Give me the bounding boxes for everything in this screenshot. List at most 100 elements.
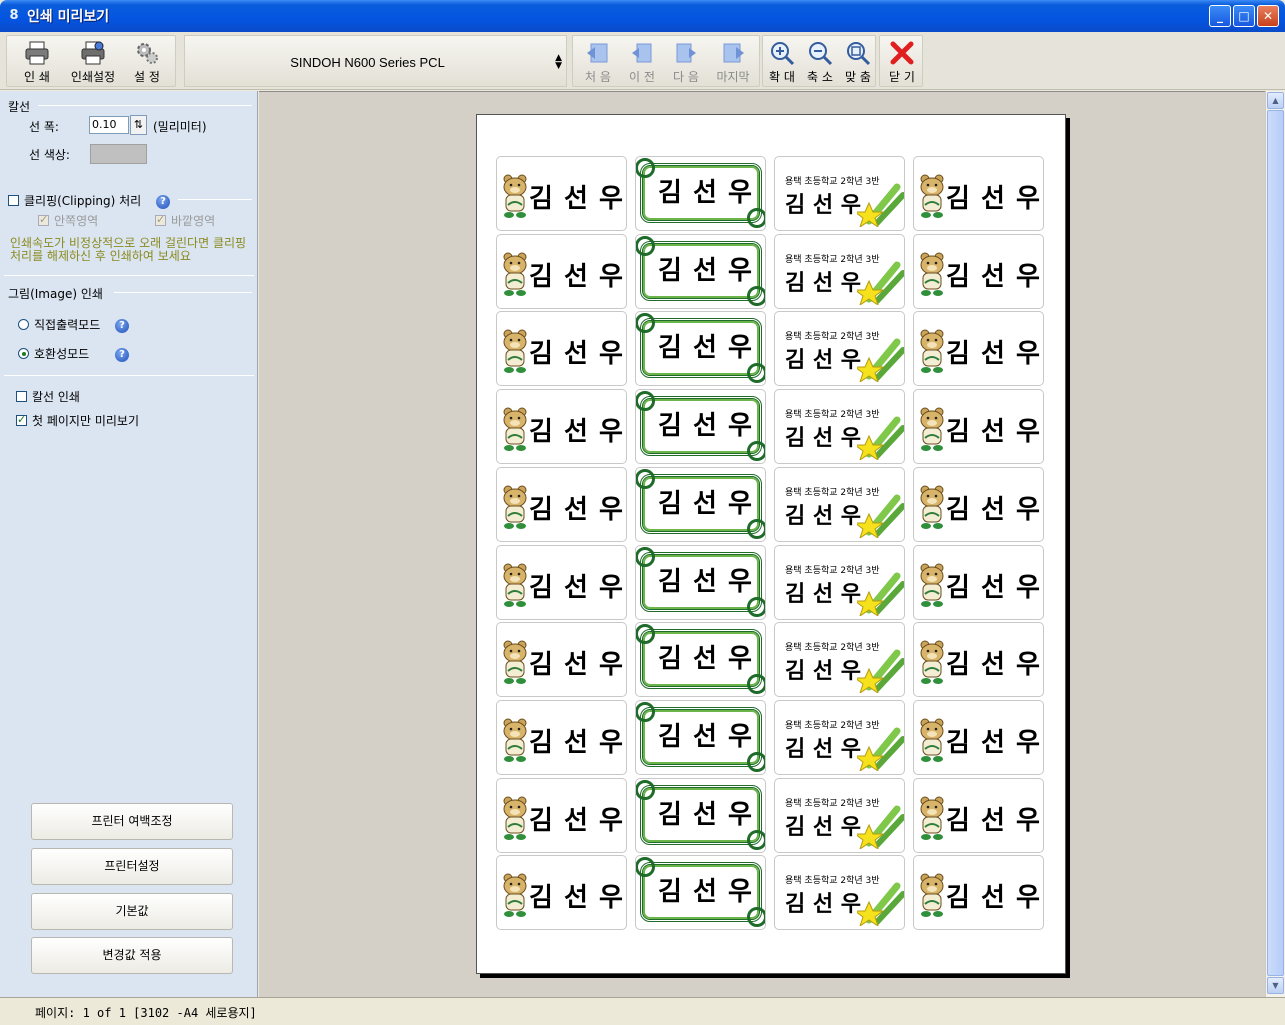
zoom-out-button[interactable]: 축 소 [801, 36, 839, 88]
window-close-button[interactable]: ✕ [1257, 5, 1279, 27]
stars-icon [857, 183, 904, 227]
label-name: 김 선 우 [658, 721, 753, 752]
close-button[interactable]: 닫 기 [880, 36, 924, 88]
ruled-print-checkbox[interactable]: 칼선 인쇄 [16, 388, 80, 405]
status-text: 페이지: 1 of 1 [3102 -A4 세로용지] [35, 1006, 257, 1020]
label-bear: 김 선 우 [496, 156, 627, 231]
line-width-spinner[interactable]: ⇅ [130, 115, 147, 135]
stars-icon [857, 261, 904, 305]
line-width-input[interactable]: 0.10 [89, 116, 129, 134]
inner-area-checkbox[interactable]: 안쪽영역 [38, 212, 98, 229]
minimize-button[interactable]: _ [1209, 5, 1231, 27]
print-settings-button[interactable]: 인쇄설정 [65, 36, 121, 88]
first-page-button[interactable]: 처 음 [577, 36, 619, 88]
label-bear: 김 선 우 [496, 855, 627, 931]
label-bear: 김 선 우 [913, 233, 1044, 309]
label-name: 김 선 우 [946, 883, 1041, 914]
bear-icon [503, 407, 527, 452]
bear-icon [920, 873, 944, 918]
settings-button[interactable]: 설 정 [123, 36, 171, 88]
clipping-check[interactable] [8, 195, 19, 206]
label-bear: 김 선 우 [913, 777, 1044, 853]
gear-icon [134, 40, 160, 66]
zoom-in-button[interactable]: 확 대 [763, 36, 801, 88]
label-bear: 김 선 우 [496, 466, 627, 542]
maximize-button[interactable]: □ [1233, 5, 1255, 27]
line-width-label: 선 폭: [29, 120, 59, 134]
label-name: 김 선 우 [946, 184, 1041, 214]
spinner-arrows-icon: ▲ ▼ [555, 53, 562, 71]
label-school: 용택 초등학교 2학년 3반 김 선 우 [774, 389, 905, 465]
app-icon: 8 [9, 8, 19, 23]
help-icon[interactable]: ? [115, 319, 129, 333]
clipping-help[interactable]: ? [156, 191, 170, 209]
next-page-button[interactable]: 다 음 [665, 36, 707, 88]
label-name: 김 선 우 [946, 494, 1041, 525]
preview-page: 김 선 우 김 선 우 용택 초등학교 2학년 3반 김 선 우 김 선 우 김… [476, 114, 1066, 974]
window-title: 인쇄 미리보기 [27, 9, 110, 25]
first-page-only-checkbox[interactable]: 첫 페이지만 미리보기 [16, 412, 139, 429]
bear-icon [503, 485, 527, 529]
label-bear: 김 선 우 [913, 389, 1044, 465]
scroll-down-button[interactable]: ▼ [1267, 977, 1284, 994]
next-page-icon [673, 40, 699, 66]
printer-settings-button[interactable]: 프린터설정 [31, 848, 233, 885]
label-framed: 김 선 우 [635, 855, 766, 931]
stars-icon [857, 727, 904, 771]
status-bar: 페이지: 1 of 1 [3102 -A4 세로용지] [0, 997, 1285, 1025]
print-button[interactable]: 인 쇄 [13, 36, 61, 88]
label-school: 용택 초등학교 2학년 3반 김 선 우 [774, 544, 905, 620]
label-name: 김 선 우 [658, 877, 753, 908]
compat-mode-help[interactable]: ? [115, 344, 129, 362]
prev-page-button[interactable]: 이 전 [621, 36, 663, 88]
clipping-warning: 인쇄속도가 비정상적으로 오래 걸린다면 클리핑처리를 해제하신 후 인쇄하여 … [10, 236, 247, 263]
label-name: 김 선 우 [785, 892, 862, 918]
label-name: 김 선 우 [529, 727, 624, 758]
fit-button[interactable]: 맞 춤 [839, 36, 877, 88]
label-school: 용택 초등학교 2학년 3반 김 선 우 [774, 233, 905, 309]
direct-mode-radio[interactable]: 직접출력모드 [18, 316, 100, 333]
zoom-group: 확 대 축 소 맞 춤 [762, 35, 876, 87]
label-name: 김 선 우 [529, 650, 624, 681]
help-icon[interactable]: ? [156, 195, 170, 209]
bear-icon [920, 329, 944, 374]
label-name: 김 선 우 [785, 581, 862, 607]
printer-icon [24, 40, 50, 66]
direct-mode-help[interactable]: ? [115, 315, 129, 333]
compat-mode-radio[interactable]: 호환성모드 [18, 345, 89, 362]
label-name: 김 선 우 [529, 417, 624, 448]
last-page-button[interactable]: 마지막 [709, 36, 757, 88]
scroll-up-button[interactable]: ▲ [1267, 92, 1284, 109]
apply-button[interactable]: 변경값 적용 [31, 937, 233, 974]
line-color-swatch[interactable] [90, 144, 147, 164]
label-bear: 김 선 우 [496, 699, 627, 775]
default-button[interactable]: 기본값 [31, 893, 233, 930]
label-name: 김 선 우 [529, 494, 624, 525]
label-name: 김 선 우 [658, 566, 753, 597]
fit-icon [845, 40, 871, 66]
label-framed: 김 선 우 [635, 389, 766, 465]
vertical-scrollbar[interactable]: ▲ ▼ [1265, 91, 1285, 997]
label-name: 김 선 우 [658, 488, 753, 519]
bear-icon [503, 873, 527, 918]
label-framed: 김 선 우 [635, 622, 766, 698]
first-page-icon [585, 40, 611, 66]
close-group: 닫 기 [879, 35, 923, 87]
label-bear: 김 선 우 [496, 311, 627, 387]
label-name: 김 선 우 [946, 261, 1041, 292]
scroll-thumb[interactable] [1267, 110, 1284, 976]
outer-area-checkbox[interactable]: 바깥영역 [155, 212, 215, 229]
clipping-checkbox[interactable]: 클리핑(Clipping) 처리 [8, 192, 141, 209]
label-name: 김 선 우 [529, 572, 624, 603]
printer-margin-button[interactable]: 프린터 여백조정 [31, 803, 233, 840]
bear-icon [920, 718, 944, 762]
image-print-header: 그림(Image) 인쇄 [8, 287, 103, 301]
stars-icon [857, 494, 904, 538]
printer-select[interactable]: SINDOH N600 Series PCL ▲ ▼ [184, 35, 567, 87]
label-name: 김 선 우 [946, 650, 1041, 681]
bear-icon [503, 252, 527, 296]
stars-icon [857, 805, 904, 849]
help-icon[interactable]: ? [115, 348, 129, 362]
label-school: 용택 초등학교 2학년 3반 김 선 우 [774, 699, 905, 775]
bear-icon [920, 252, 944, 296]
